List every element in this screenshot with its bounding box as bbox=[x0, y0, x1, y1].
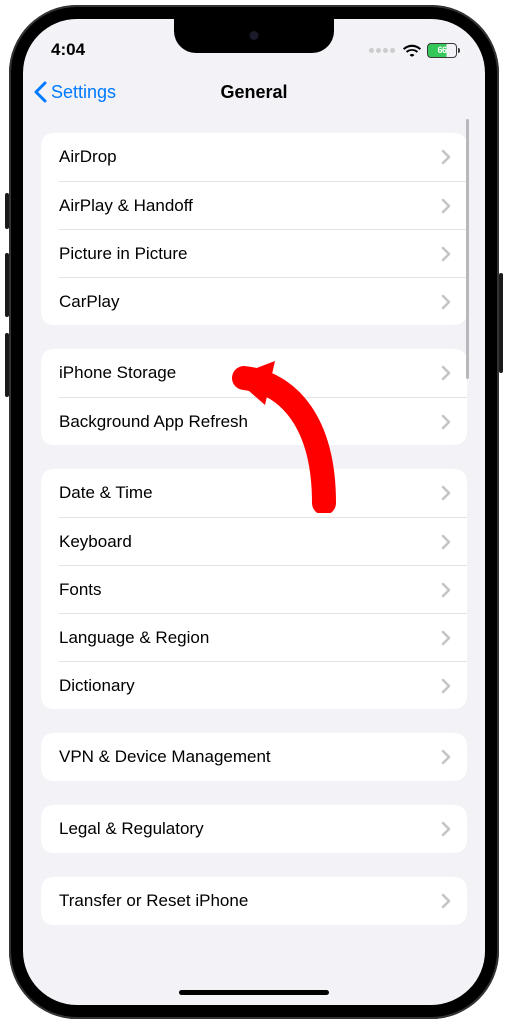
home-indicator[interactable] bbox=[179, 990, 329, 995]
chevron-right-icon bbox=[441, 821, 451, 837]
content[interactable]: AirDrop AirPlay & Handoff Picture in Pictu… bbox=[23, 115, 485, 925]
nav-bar: Settings General bbox=[23, 69, 485, 115]
battery-level: 66 bbox=[437, 45, 446, 55]
row-label: AirDrop bbox=[59, 147, 117, 167]
row-dictionary[interactable]: Dictionary bbox=[59, 661, 467, 709]
settings-group: AirDrop AirPlay & Handoff Picture in Pictu… bbox=[41, 133, 467, 325]
row-transfer-reset-iphone[interactable]: Transfer or Reset iPhone bbox=[41, 877, 467, 925]
chevron-right-icon bbox=[441, 485, 451, 501]
chevron-right-icon bbox=[441, 893, 451, 909]
settings-group: Legal & Regulatory bbox=[41, 805, 467, 853]
row-label: Transfer or Reset iPhone bbox=[59, 891, 248, 911]
row-airdrop[interactable]: AirDrop bbox=[41, 133, 467, 181]
chevron-right-icon bbox=[441, 534, 451, 550]
phone-frame: 4:04 66 Settings General bbox=[9, 5, 499, 1019]
chevron-right-icon bbox=[441, 678, 451, 694]
row-label: Legal & Regulatory bbox=[59, 819, 204, 839]
volume-down-button bbox=[5, 333, 9, 397]
row-label: VPN & Device Management bbox=[59, 747, 271, 767]
settings-group: iPhone Storage Background App Refresh bbox=[41, 349, 467, 445]
row-date-time[interactable]: Date & Time bbox=[41, 469, 467, 517]
chevron-right-icon bbox=[441, 582, 451, 598]
volume-up-button bbox=[5, 253, 9, 317]
settings-group: Transfer or Reset iPhone bbox=[41, 877, 467, 925]
status-time: 4:04 bbox=[51, 40, 85, 60]
row-fonts[interactable]: Fonts bbox=[59, 565, 467, 613]
back-button[interactable]: Settings bbox=[33, 81, 116, 103]
status-right: 66 bbox=[369, 43, 457, 58]
row-background-app-refresh[interactable]: Background App Refresh bbox=[59, 397, 467, 445]
row-label: Fonts bbox=[59, 580, 102, 600]
row-label: Keyboard bbox=[59, 532, 132, 552]
chevron-right-icon bbox=[441, 365, 451, 381]
row-label: Picture in Picture bbox=[59, 244, 188, 264]
back-label: Settings bbox=[51, 82, 116, 103]
power-button bbox=[499, 273, 503, 373]
chevron-right-icon bbox=[441, 294, 451, 310]
cellular-dots-icon bbox=[369, 48, 395, 53]
row-label: Background App Refresh bbox=[59, 412, 248, 432]
row-label: AirPlay & Handoff bbox=[59, 196, 193, 216]
settings-group: VPN & Device Management bbox=[41, 733, 467, 781]
row-airplay-handoff[interactable]: AirPlay & Handoff bbox=[59, 181, 467, 229]
chevron-left-icon bbox=[33, 81, 47, 103]
row-keyboard[interactable]: Keyboard bbox=[59, 517, 467, 565]
row-legal-regulatory[interactable]: Legal & Regulatory bbox=[41, 805, 467, 853]
settings-group: Date & Time Keyboard Fonts Language & Regio… bbox=[41, 469, 467, 709]
silence-switch bbox=[5, 193, 9, 229]
scrollbar[interactable] bbox=[466, 119, 469, 379]
front-camera bbox=[250, 31, 259, 40]
row-label: Date & Time bbox=[59, 483, 153, 503]
page-title: General bbox=[220, 82, 287, 103]
chevron-right-icon bbox=[441, 630, 451, 646]
row-language-region[interactable]: Language & Region bbox=[59, 613, 467, 661]
row-carplay[interactable]: CarPlay bbox=[59, 277, 467, 325]
row-label: iPhone Storage bbox=[59, 363, 176, 383]
row-iphone-storage[interactable]: iPhone Storage bbox=[41, 349, 467, 397]
chevron-right-icon bbox=[441, 198, 451, 214]
chevron-right-icon bbox=[441, 246, 451, 262]
battery-icon: 66 bbox=[427, 43, 457, 58]
row-label: Language & Region bbox=[59, 628, 209, 648]
row-vpn-device-management[interactable]: VPN & Device Management bbox=[41, 733, 467, 781]
screen: 4:04 66 Settings General bbox=[23, 19, 485, 1005]
chevron-right-icon bbox=[441, 749, 451, 765]
row-label: CarPlay bbox=[59, 292, 119, 312]
chevron-right-icon bbox=[441, 149, 451, 165]
chevron-right-icon bbox=[441, 414, 451, 430]
notch bbox=[174, 19, 334, 53]
row-label: Dictionary bbox=[59, 676, 135, 696]
wifi-icon bbox=[403, 44, 421, 57]
row-picture-in-picture[interactable]: Picture in Picture bbox=[59, 229, 467, 277]
